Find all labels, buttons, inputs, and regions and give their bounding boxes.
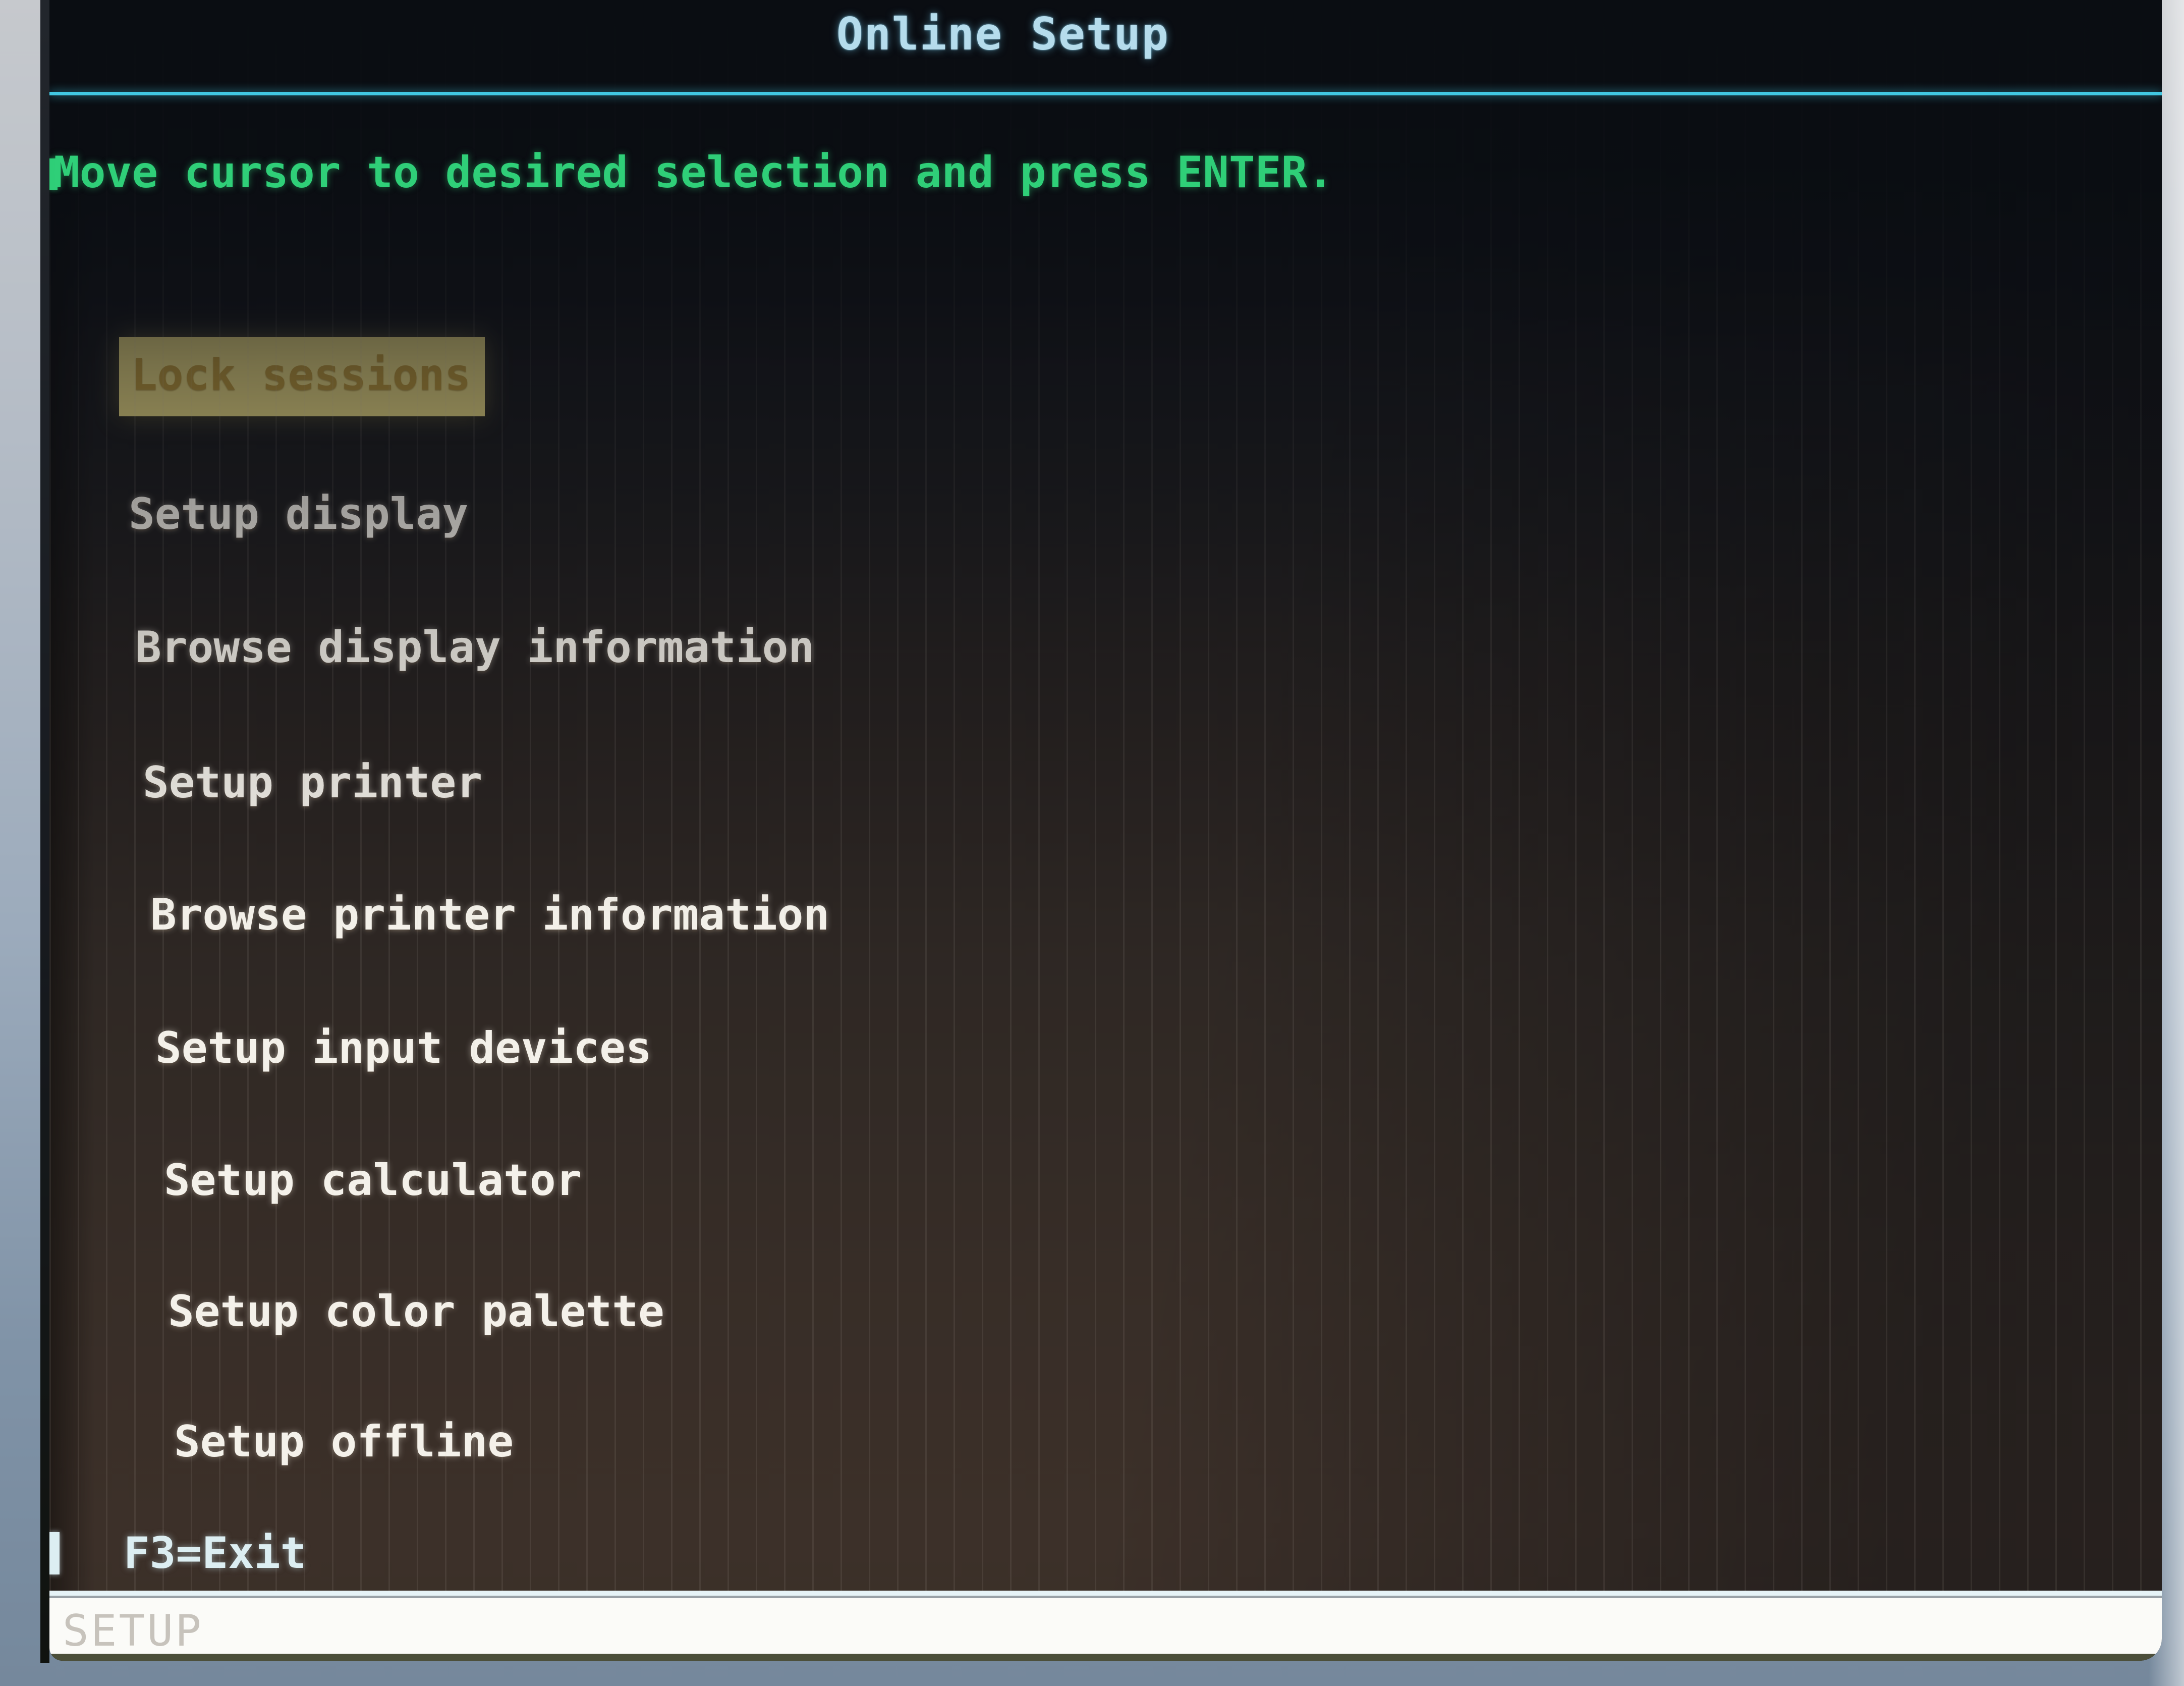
menu-item-setup-display[interactable]: Setup display bbox=[129, 488, 468, 540]
operator-info-area: SETUP bbox=[49, 1591, 2162, 1661]
menu-item-setup-printer[interactable]: Setup printer bbox=[143, 757, 482, 809]
title-divider-line bbox=[49, 92, 2162, 95]
menu-item-setup-calculator[interactable]: Setup calculator bbox=[164, 1155, 582, 1207]
menu-item-browse-printer-information[interactable]: Browse printer information bbox=[150, 889, 829, 941]
menu-item-browse-display-information[interactable]: Browse display information bbox=[135, 622, 814, 674]
menu-item-lock-sessions[interactable]: Lock sessions bbox=[119, 337, 485, 416]
instruction-text: Move cursor to desired selection and pre… bbox=[53, 147, 1333, 198]
monitor-bezel: Online Setup Move cursor to desired sele… bbox=[0, 0, 2184, 1686]
terminal-screen: Online Setup Move cursor to desired sele… bbox=[49, 0, 2162, 1661]
status-text: SETUP bbox=[63, 1606, 203, 1656]
menu-item-setup-offline[interactable]: Setup offline bbox=[174, 1416, 514, 1468]
page-title: Online Setup bbox=[836, 8, 1169, 60]
screen-edge-artifact bbox=[49, 1532, 60, 1574]
menu-item-setup-color-palette[interactable]: Setup color palette bbox=[168, 1286, 664, 1338]
menu-item-setup-input-devices[interactable]: Setup input devices bbox=[155, 1022, 652, 1074]
function-key-hint: F3=Exit bbox=[124, 1528, 306, 1579]
screen-rim bbox=[40, 0, 49, 1663]
